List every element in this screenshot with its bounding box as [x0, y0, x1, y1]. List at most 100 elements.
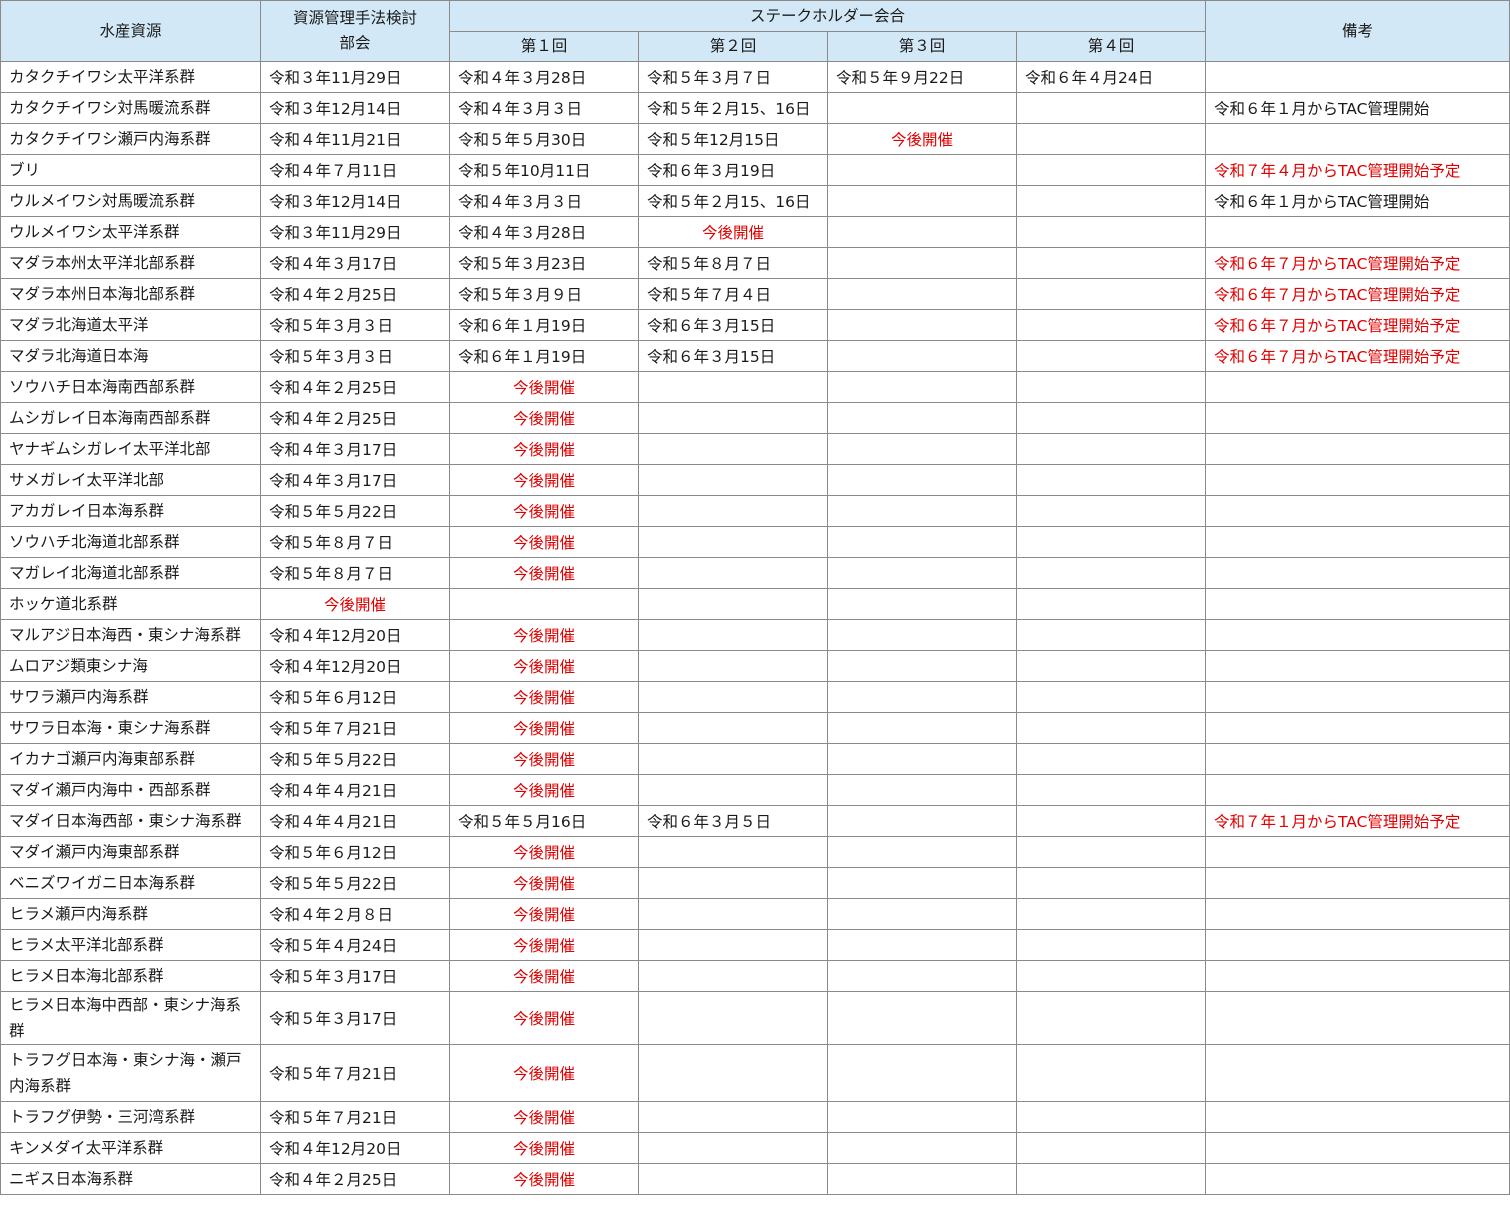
- round-1-cell: 今後開催: [449, 898, 639, 930]
- resource-cell: サメガレイ太平洋北部: [0, 464, 261, 496]
- round-2-cell: 令和６年３月15日: [638, 340, 828, 372]
- round-3-cell: [827, 247, 1017, 279]
- table-row: ムシガレイ日本海南西部系群 令和４年２月25日 今後開催: [0, 402, 1510, 434]
- table-row: マダラ北海道日本海 令和５年３月３日 令和６年１月19日 令和６年３月15日 令和６年７…: [0, 340, 1510, 372]
- table-row: マダラ本州日本海北部系群 令和４年２月25日 令和５年３月９日 令和５年７月４日 令和６…: [0, 278, 1510, 310]
- method-cell: 令和５年６月12日: [260, 681, 450, 713]
- notes-cell: [1205, 402, 1510, 434]
- round-4-cell: [1015, 898, 1207, 930]
- round-1-cell: 令和５年３月９日: [449, 278, 639, 310]
- table-row: カタクチイワシ対馬暖流系群 令和３年12月14日 令和４年３月３日 令和５年２月15、…: [0, 92, 1510, 124]
- round-1-cell: 令和５年５月30日: [449, 123, 639, 155]
- notes-cell: 令和６年７月からTAC管理開始予定: [1205, 278, 1510, 310]
- method-cell: 令和４年２月８日: [260, 898, 450, 930]
- resource-cell: ウルメイワシ対馬暖流系群: [0, 185, 261, 217]
- header-round-2: 第２回: [638, 31, 828, 62]
- notes-cell: [1205, 495, 1510, 527]
- round-2-cell: [638, 526, 828, 558]
- round-3-cell: [827, 433, 1017, 465]
- round-1-cell: 令和４年３月３日: [449, 92, 639, 124]
- round-4-cell: [1015, 960, 1207, 992]
- notes-cell: [1205, 464, 1510, 496]
- header-round-1: 第１回: [449, 31, 639, 62]
- round-3-cell: [827, 278, 1017, 310]
- notes-cell: 令和６年７月からTAC管理開始予定: [1205, 309, 1510, 341]
- round-1-cell: 令和４年３月28日: [449, 61, 639, 93]
- table-row: ウルメイワシ対馬暖流系群 令和３年12月14日 令和４年３月３日 令和５年２月15、1…: [0, 185, 1510, 217]
- round-3-cell: 令和５年９月22日: [827, 61, 1017, 93]
- round-2-cell: 令和５年８月７日: [638, 247, 828, 279]
- round-2-cell: 令和５年２月15、16日: [638, 92, 828, 124]
- round-2-cell: [638, 836, 828, 868]
- round-2-cell: 令和６年３月15日: [638, 309, 828, 341]
- round-1-cell: 今後開催: [449, 712, 639, 744]
- resource-cell: ムシガレイ日本海南西部系群: [0, 402, 261, 434]
- notes-cell: [1205, 216, 1510, 248]
- round-1-cell: 令和６年１月19日: [449, 309, 639, 341]
- round-3-cell: [827, 216, 1017, 248]
- round-2-cell: [638, 371, 828, 403]
- round-2-cell: [638, 929, 828, 961]
- round-1-cell: 今後開催: [449, 557, 639, 589]
- notes-cell: [1205, 526, 1510, 558]
- round-4-cell: [1015, 185, 1207, 217]
- round-1-cell: 今後開催: [449, 464, 639, 496]
- notes-cell: [1205, 929, 1510, 961]
- method-cell: 令和４年３月17日: [260, 433, 450, 465]
- round-4-cell: [1015, 929, 1207, 961]
- resource-cell: トラフグ日本海・東シナ海・瀬戸内海系群: [0, 1044, 261, 1102]
- notes-cell: 令和６年７月からTAC管理開始予定: [1205, 340, 1510, 372]
- header-resource: 水産資源: [0, 0, 261, 62]
- header-round-3: 第３回: [827, 31, 1017, 62]
- round-3-cell: [827, 867, 1017, 899]
- notes-cell: [1205, 123, 1510, 155]
- round-2-cell: [638, 991, 828, 1045]
- notes-cell: [1205, 1132, 1510, 1164]
- round-4-cell: [1015, 774, 1207, 806]
- table-row: マダイ瀬戸内海東部系群 令和５年６月12日 今後開催: [0, 836, 1510, 868]
- round-3-cell: [827, 371, 1017, 403]
- round-3-cell: [827, 650, 1017, 682]
- round-1-cell: 今後開催: [449, 743, 639, 775]
- method-cell: 令和４年２月25日: [260, 278, 450, 310]
- round-4-cell: [1015, 712, 1207, 744]
- resource-cell: マダラ本州太平洋北部系群: [0, 247, 261, 279]
- round-4-cell: [1015, 836, 1207, 868]
- resource-cell: ベニズワイガニ日本海系群: [0, 867, 261, 899]
- method-cell: 令和４年４月21日: [260, 805, 450, 837]
- method-cell: 令和５年７月21日: [260, 712, 450, 744]
- round-2-cell: [638, 1132, 828, 1164]
- method-cell: 令和４年３月17日: [260, 247, 450, 279]
- table-row: アカガレイ日本海系群 令和５年５月22日 今後開催: [0, 495, 1510, 527]
- method-cell: 令和５年３月17日: [260, 991, 450, 1045]
- round-1-cell: 今後開催: [449, 1101, 639, 1133]
- method-cell: 令和５年８月７日: [260, 526, 450, 558]
- resource-cell: マルアジ日本海西・東シナ海系群: [0, 619, 261, 651]
- round-3-cell: [827, 185, 1017, 217]
- table-row: ヤナギムシガレイ太平洋北部 令和４年３月17日 今後開催: [0, 433, 1510, 465]
- round-2-cell: [638, 960, 828, 992]
- table-row: ベニズワイガニ日本海系群 令和５年５月22日 今後開催: [0, 867, 1510, 899]
- method-cell: 令和４年３月17日: [260, 464, 450, 496]
- table-row: トラフグ伊勢・三河湾系群 令和５年７月21日 今後開催: [0, 1101, 1510, 1133]
- round-4-cell: [1015, 371, 1207, 403]
- resource-cell: ヤナギムシガレイ太平洋北部: [0, 433, 261, 465]
- table-row: ソウハチ日本海南西部系群 令和４年２月25日 今後開催: [0, 371, 1510, 403]
- notes-cell: [1205, 836, 1510, 868]
- round-4-cell: [1015, 340, 1207, 372]
- round-2-cell: [638, 650, 828, 682]
- round-2-cell: [638, 619, 828, 651]
- table-row: マダラ本州太平洋北部系群 令和４年３月17日 令和５年３月23日 令和５年８月７日 令和…: [0, 247, 1510, 279]
- resource-cell: マダイ日本海西部・東シナ海系群: [0, 805, 261, 837]
- stock-meeting-table: 水産資源 資源管理手法検討部会 ステークホルダー会合 備考 第１回 第２回 第３…: [0, 0, 1510, 1195]
- notes-cell: [1205, 1101, 1510, 1133]
- resource-cell: ブリ: [0, 154, 261, 186]
- method-cell: 令和５年５月22日: [260, 867, 450, 899]
- notes-cell: 令和６年１月からTAC管理開始: [1205, 185, 1510, 217]
- round-2-cell: [638, 1101, 828, 1133]
- method-cell: 令和４年12月20日: [260, 650, 450, 682]
- table-row: ヒラメ瀬戸内海系群 令和４年２月８日 今後開催: [0, 898, 1510, 930]
- table-row: サメガレイ太平洋北部 令和４年３月17日 今後開催: [0, 464, 1510, 496]
- round-3-cell: [827, 712, 1017, 744]
- round-4-cell: [1015, 464, 1207, 496]
